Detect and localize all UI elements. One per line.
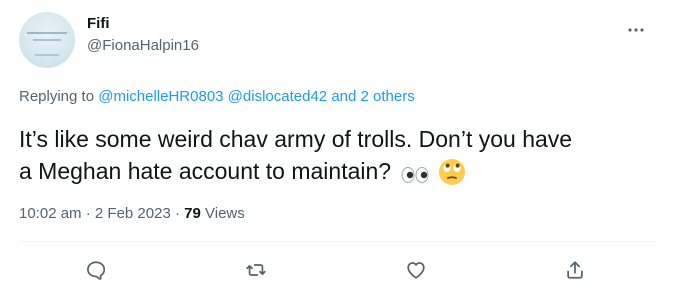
tweet-time[interactable]: 10:02 am xyxy=(19,205,82,222)
author-display-name[interactable]: Fifi xyxy=(87,15,110,32)
replying-prefix: Replying to xyxy=(19,88,95,105)
mention-link[interactable]: @dislocated42 xyxy=(228,88,327,105)
mention-link[interactable]: @michelleHR0803 xyxy=(98,88,223,105)
avatar[interactable] xyxy=(19,12,75,68)
author-handle[interactable]: @FionaHalpin16 xyxy=(87,37,199,54)
tweet-text-line: It’s like some weird chav army of trolls… xyxy=(19,126,573,152)
replying-to: Replying to @michelleHR0803 @dislocated4… xyxy=(19,88,415,105)
reply-icon[interactable] xyxy=(85,259,107,281)
eyes-emoji xyxy=(401,160,429,192)
others-link[interactable]: and 2 others xyxy=(331,88,414,105)
tweet-text-line: a Meghan hate account to maintain? xyxy=(19,158,392,184)
tweet-text: It’s like some weird chav army of trolls… xyxy=(19,123,639,194)
like-icon[interactable] xyxy=(405,259,427,281)
tweet-meta: 10:02 am · 2 Feb 2023 · 79 Views xyxy=(19,205,245,222)
face-with-rolling-eyes-emoji xyxy=(438,158,466,194)
retweet-icon[interactable] xyxy=(245,259,267,281)
share-icon[interactable] xyxy=(564,259,586,281)
views-label: Views xyxy=(205,205,245,222)
more-horizontal-icon[interactable] xyxy=(627,20,645,38)
views-count: 79 xyxy=(184,205,201,222)
divider xyxy=(19,241,656,242)
tweet-date[interactable]: 2 Feb 2023 xyxy=(95,205,171,222)
